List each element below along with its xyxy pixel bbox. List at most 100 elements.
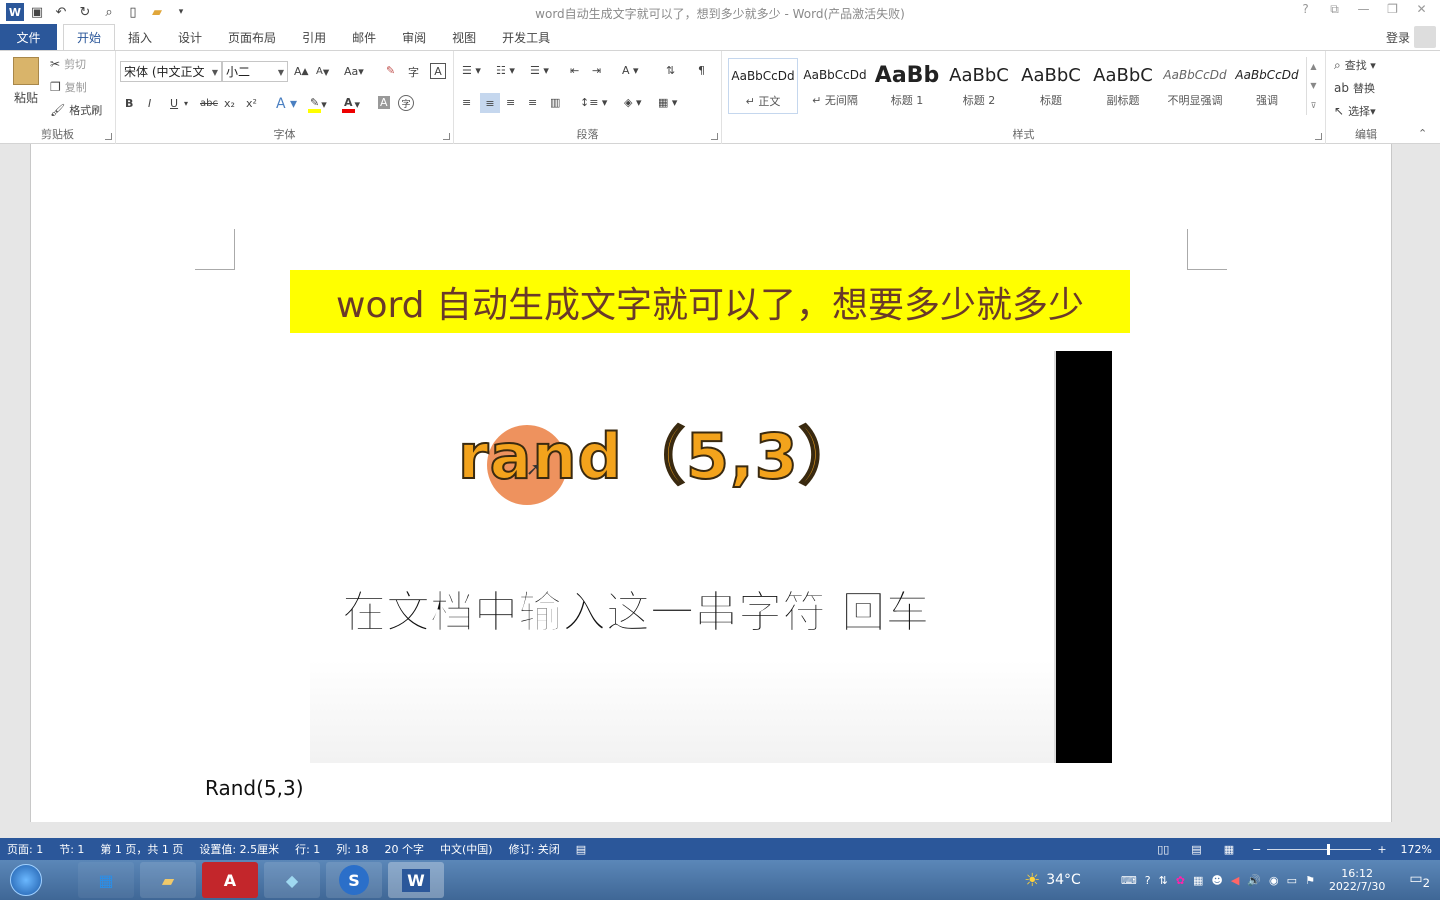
asian-layout-icon[interactable]: A ▾ [622, 64, 639, 77]
style-heading-1[interactable]: AaBb 标题 1 [872, 58, 942, 114]
strikethrough-button[interactable]: abc [200, 98, 218, 109]
character-border-icon[interactable]: A [430, 63, 446, 79]
collapse-ribbon-icon[interactable]: ⌃ [1418, 127, 1427, 140]
styles-gallery-scroll[interactable]: ▲ ▼ ⊽ [1306, 57, 1320, 115]
status-page[interactable]: 页面: 1 [7, 841, 43, 857]
decrease-indent-icon[interactable]: ⇤ [570, 64, 579, 77]
taskbar-app-sogou[interactable]: S [326, 862, 382, 898]
tab-home[interactable]: 开始 [63, 24, 116, 50]
select-button[interactable]: ↖ 选择 ▾ [1334, 103, 1376, 119]
enclose-characters-icon[interactable]: 字 [398, 95, 414, 111]
shading-icon[interactable]: ◈ ▾ [624, 96, 641, 109]
style-normal[interactable]: AaBbCcDd ↵ 正文 [728, 58, 798, 114]
network-icon[interactable]: ⇅ [1159, 874, 1168, 887]
cut-button[interactable]: ✂ 剪切 [50, 56, 86, 72]
login-link[interactable]: 登录 [1386, 29, 1410, 46]
help-button[interactable]: ? [1291, 2, 1320, 17]
increase-indent-icon[interactable]: ⇥ [592, 64, 601, 77]
shrink-font-button[interactable]: A ▼ [316, 66, 329, 77]
display-icon[interactable]: ▭ [1287, 874, 1297, 887]
status-track-changes[interactable]: 修订: 关闭 [509, 841, 560, 857]
zoom-in-icon[interactable]: + [1377, 843, 1386, 856]
document-body-text[interactable]: Rand(5,3) [205, 776, 304, 800]
tab-layout[interactable]: 页面布局 [215, 24, 289, 50]
align-left-icon[interactable]: ≡ [462, 96, 471, 109]
help-icon[interactable]: ? [1145, 874, 1151, 887]
tab-insert[interactable]: 插入 [115, 24, 165, 50]
text-effects-icon[interactable]: A ▾ [276, 96, 297, 112]
flag-icon[interactable]: ⚑ [1305, 874, 1315, 887]
style-emphasis[interactable]: AaBbCcDd 强调 [1232, 58, 1302, 114]
status-line[interactable]: 行: 1 [295, 841, 320, 857]
styles-launcher[interactable] [1315, 133, 1322, 140]
align-right-icon[interactable]: ≡ [506, 96, 515, 109]
find-button[interactable]: ⌕ 查找 ▾ [1334, 57, 1376, 73]
show-marks-icon[interactable]: ¶ [698, 64, 705, 77]
weather-sun-icon[interactable]: ☀ [1024, 870, 1040, 891]
phonetic-guide-icon[interactable]: 字 [408, 64, 419, 80]
character-shading-icon[interactable]: A [378, 96, 390, 109]
italic-button[interactable]: I [148, 97, 151, 110]
macro-record-icon[interactable]: ▤ [576, 843, 586, 856]
taskbar-app-folder[interactable]: ▰ [140, 862, 196, 898]
chevron-down-icon[interactable]: ▾ [184, 99, 188, 108]
zoom-slider-thumb[interactable] [1327, 843, 1331, 855]
status-position[interactable]: 设置值: 2.5厘米 [199, 841, 279, 857]
weather-temp[interactable]: 34°C [1046, 872, 1081, 888]
font-color-button[interactable]: A ▾ [342, 96, 360, 113]
start-button[interactable] [4, 860, 48, 900]
sort-icon[interactable]: ⇅ [666, 64, 675, 77]
volume-icon[interactable]: 🔊 [1247, 874, 1261, 887]
style-subtle-emphasis[interactable]: AaBbCcDd 不明显强调 [1160, 58, 1230, 114]
distributed-icon[interactable]: ▥ [550, 96, 560, 109]
copy-button[interactable]: ❐ 复制 [50, 79, 87, 95]
underline-button[interactable]: U [170, 97, 178, 110]
avatar[interactable] [1414, 26, 1436, 48]
read-mode-icon[interactable]: ▯▯ [1157, 843, 1169, 856]
clipboard-launcher[interactable] [105, 133, 112, 140]
font-size-combo[interactable]: 小二 ▼ [222, 61, 288, 82]
font-launcher[interactable] [443, 133, 450, 140]
status-words[interactable]: 20 个字 [385, 841, 425, 857]
status-language[interactable]: 中文(中国) [440, 841, 493, 857]
sync-icon[interactable]: ◉ [1269, 874, 1279, 887]
tab-developer[interactable]: 开发工具 [489, 24, 563, 50]
close-button[interactable]: ✕ [1407, 2, 1436, 17]
status-column[interactable]: 列: 18 [336, 841, 368, 857]
status-pages[interactable]: 第 1 页，共 1 页 [100, 841, 183, 857]
bullets-icon[interactable]: ☰ ▾ [462, 64, 481, 77]
web-layout-icon[interactable]: ▦ [1224, 843, 1234, 856]
change-case-button[interactable]: Aa ▾ [344, 65, 364, 78]
subscript-button[interactable]: x₂ [224, 97, 235, 110]
keyboard-icon[interactable]: ⌨ [1121, 874, 1137, 887]
grow-font-button[interactable]: A ▲ [294, 65, 309, 78]
taskbar-app-word[interactable]: W [388, 862, 444, 898]
paste-button[interactable]: 粘贴 [8, 57, 44, 106]
zoom-out-icon[interactable]: − [1252, 843, 1261, 856]
status-section[interactable]: 节: 1 [59, 841, 84, 857]
replace-button[interactable]: ab 替换 [1334, 80, 1375, 96]
multilevel-list-icon[interactable]: ☰ ▾ [530, 64, 549, 77]
numbering-icon[interactable]: ☷ ▾ [496, 64, 515, 77]
style-subtitle[interactable]: AaBbC 副标题 [1088, 58, 1158, 114]
line-spacing-icon[interactable]: ↕≡ ▾ [580, 96, 607, 109]
apps-icon[interactable]: ▦ [1193, 874, 1203, 887]
taskbar-app-autocad[interactable]: A [202, 862, 258, 898]
highlight-color-button[interactable]: ✎ ▾ [308, 96, 327, 113]
bold-button[interactable]: B [125, 97, 133, 110]
qq-icon[interactable]: ☻ [1211, 874, 1222, 887]
tab-design[interactable]: 设计 [165, 24, 215, 50]
flower-icon[interactable]: ✿ [1176, 874, 1185, 887]
clock[interactable]: 16:12 2022/7/30 [1329, 867, 1385, 893]
paragraph-launcher[interactable] [711, 133, 718, 140]
print-layout-icon[interactable]: ▤ [1191, 843, 1201, 856]
borders-icon[interactable]: ▦ ▾ [658, 96, 677, 109]
align-center-icon[interactable]: ≡ [480, 93, 500, 113]
notifications-icon[interactable]: ▭2 [1409, 871, 1430, 890]
taskbar-app-notepad[interactable]: ◆ [264, 862, 320, 898]
justify-icon[interactable]: ≡ [528, 96, 537, 109]
maximize-button[interactable]: ❐ [1378, 2, 1407, 17]
tab-view[interactable]: 视图 [439, 24, 489, 50]
antivirus-icon[interactable]: ◀ [1231, 874, 1239, 887]
zoom-level[interactable]: 172% [1401, 843, 1432, 856]
